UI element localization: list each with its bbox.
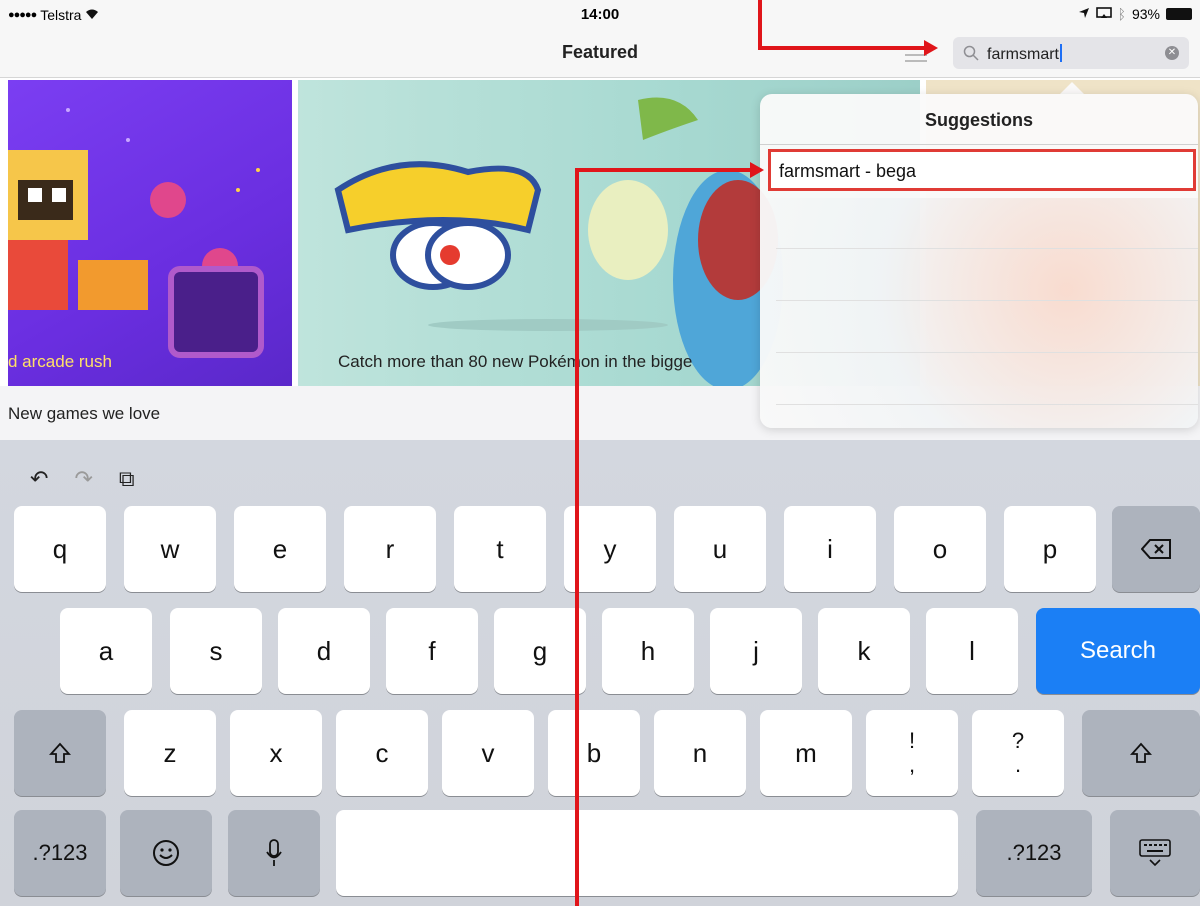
- hide-keyboard-key[interactable]: [1110, 810, 1200, 896]
- key-r[interactable]: r: [344, 506, 436, 592]
- search-input[interactable]: farmsmart ✕: [953, 37, 1189, 69]
- banner-arcade[interactable]: d arcade rush: [8, 80, 292, 386]
- shift-key-left[interactable]: [14, 710, 106, 796]
- key-primary-char: ?: [1011, 728, 1025, 753]
- annotation-line: [758, 46, 926, 50]
- screen-mirror-icon: [1095, 6, 1112, 22]
- numbers-key-right[interactable]: .?123: [976, 810, 1092, 896]
- key-o[interactable]: o: [894, 506, 986, 592]
- suggestion-item[interactable]: farmsmart - bega: [768, 149, 1196, 191]
- search-icon: [963, 45, 979, 61]
- key-a[interactable]: a: [60, 608, 152, 694]
- annotation-line: [575, 168, 579, 906]
- suggestions-title: Suggestions: [924, 110, 1033, 130]
- key-i[interactable]: i: [784, 506, 876, 592]
- key-k[interactable]: k: [818, 608, 910, 694]
- battery-icon: [1166, 8, 1192, 20]
- key-f[interactable]: f: [386, 608, 478, 694]
- key-w[interactable]: w: [124, 506, 216, 592]
- dictation-key[interactable]: [228, 810, 320, 896]
- space-key[interactable]: [336, 810, 958, 896]
- key-e[interactable]: e: [234, 506, 326, 592]
- backspace-icon: [1141, 539, 1171, 559]
- key-question[interactable]: ?.: [972, 710, 1064, 796]
- status-bar: ●●●●● Telstra 14:00 ᛒ 93%: [0, 0, 1200, 30]
- key-m[interactable]: m: [760, 710, 852, 796]
- bluetooth-icon: ᛒ: [1117, 6, 1126, 22]
- key-secondary-char: ,: [908, 752, 916, 777]
- punct-stack: !,: [909, 729, 915, 777]
- shift-icon: [49, 742, 71, 763]
- key-l[interactable]: l: [926, 608, 1018, 694]
- key-s[interactable]: s: [170, 608, 262, 694]
- search-text: farmsmart: [987, 44, 1062, 64]
- shift-icon: [1130, 742, 1152, 763]
- punct-stack: ?.: [1012, 729, 1024, 777]
- microphone-icon: [266, 839, 282, 866]
- key-p[interactable]: p: [1004, 506, 1096, 592]
- game-cube-icon: [168, 266, 264, 358]
- navigation-bar: Featured farmsmart ✕: [0, 30, 1200, 78]
- status-right: ᛒ 93%: [1078, 6, 1192, 22]
- battery-percent: 93%: [1131, 6, 1160, 22]
- key-v[interactable]: v: [442, 710, 534, 796]
- divider: [776, 248, 1198, 249]
- numbers-key-left[interactable]: .?123: [14, 810, 106, 896]
- section-title: New games we love: [8, 404, 161, 423]
- annotation-line: [575, 168, 751, 172]
- divider: [776, 404, 1198, 405]
- clear-icon[interactable]: ✕: [1165, 46, 1179, 60]
- paste-icon[interactable]: ⧉: [119, 466, 135, 492]
- annotation-arrowhead: [750, 162, 764, 178]
- key-n[interactable]: n: [654, 710, 746, 796]
- key-exclamation[interactable]: !,: [866, 710, 958, 796]
- key-x[interactable]: x: [230, 710, 322, 796]
- location-icon: [1078, 6, 1090, 22]
- undo-icon[interactable]: ↶: [30, 466, 48, 492]
- key-c[interactable]: c: [336, 710, 428, 796]
- divider: [776, 352, 1198, 353]
- popover-arrow: [1060, 82, 1084, 94]
- key-h[interactable]: h: [602, 608, 694, 694]
- suggestions-popover: Suggestions: [760, 94, 1198, 428]
- clock: 14:00: [580, 6, 620, 23]
- keyboard: ↶ ↷ ⧉ q w e r t y u i o p a s d f g h j …: [0, 440, 1200, 906]
- divider: [760, 144, 1198, 145]
- annotation-arrowhead: [924, 40, 938, 56]
- popover-background: [760, 198, 1198, 428]
- key-q[interactable]: q: [14, 506, 106, 592]
- banner-caption: d arcade rush: [8, 352, 112, 371]
- divider: [776, 300, 1198, 301]
- key-t[interactable]: t: [454, 506, 546, 592]
- key-g[interactable]: g: [494, 608, 586, 694]
- shift-key-right[interactable]: [1082, 710, 1200, 796]
- key-secondary-char: .: [1014, 752, 1022, 777]
- key-z[interactable]: z: [124, 710, 216, 796]
- banner-caption: Catch more than 80 new Pokémon in the bi…: [338, 352, 693, 371]
- search-key[interactable]: Search: [1036, 608, 1200, 694]
- redo-icon[interactable]: ↷: [74, 466, 92, 492]
- key-j[interactable]: j: [710, 608, 802, 694]
- keyboard-dismiss-icon: [1139, 839, 1171, 867]
- keyboard-shortcuts: ↶ ↷ ⧉: [30, 466, 135, 492]
- key-b[interactable]: b: [548, 710, 640, 796]
- delete-key[interactable]: [1112, 506, 1200, 592]
- annotation-line: [758, 0, 762, 50]
- key-u[interactable]: u: [674, 506, 766, 592]
- key-d[interactable]: d: [278, 608, 370, 694]
- key-primary-char: !: [908, 728, 916, 753]
- emoji-icon: [153, 840, 179, 866]
- emoji-key[interactable]: [120, 810, 212, 896]
